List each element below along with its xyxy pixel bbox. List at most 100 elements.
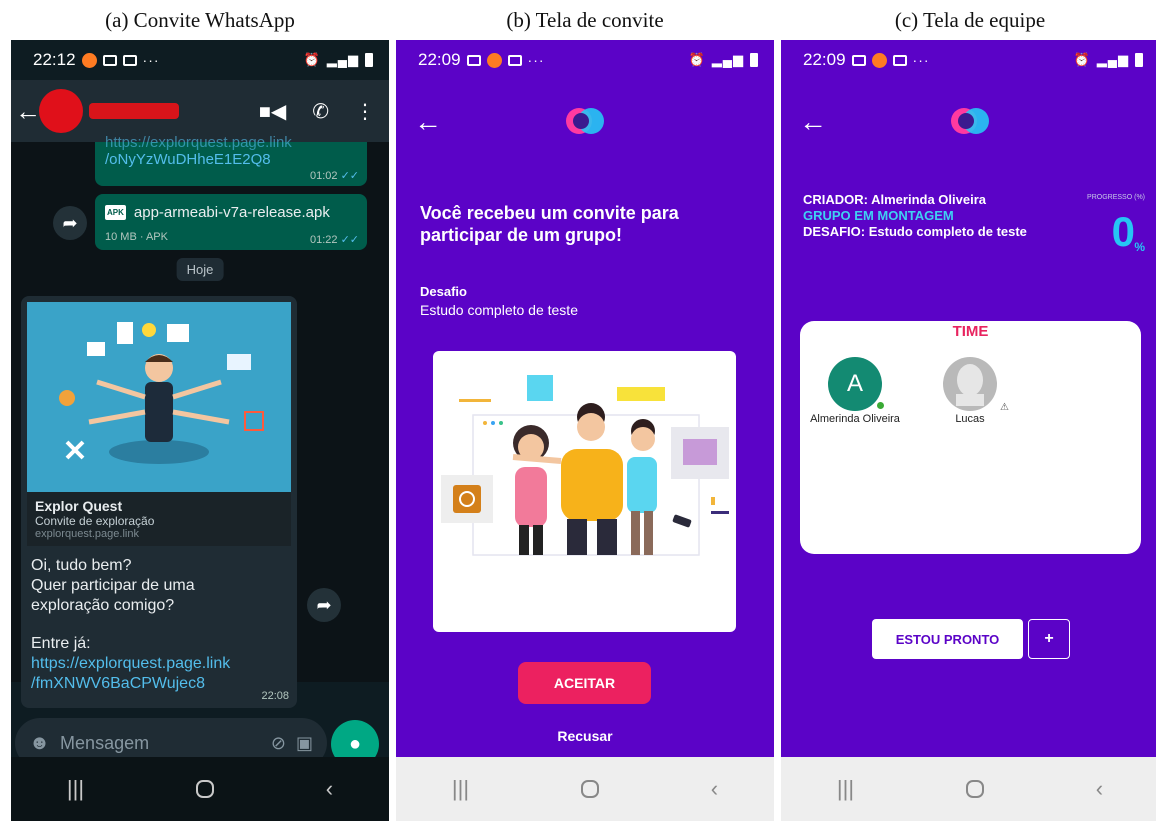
group-info: CRIADOR: Almerinda Oliveira GRUPO EM MON… [803, 192, 1053, 240]
multitasking-illustration [27, 302, 291, 492]
camera-icon[interactable]: ▣ [296, 733, 313, 754]
alarm-icon: ⏰ [688, 52, 706, 67]
invite-title: Você recebeu um convite para participar … [420, 203, 679, 245]
screen-icon [102, 54, 117, 66]
more-notifications-icon: ··· [912, 52, 930, 68]
system-nav-bar: ||| ‹ [781, 757, 1156, 821]
ready-check-icon [875, 400, 886, 411]
recent-apps-icon[interactable]: ||| [452, 776, 469, 802]
read-ticks-icon: ✓✓ [340, 170, 359, 182]
screen-icon [507, 54, 522, 66]
group-status: GRUPO EM MONTAGEM [803, 208, 954, 223]
battery-icon [365, 53, 373, 67]
message-line: Oi, tudo bem? [31, 557, 132, 574]
status-bar: 22:09 ··· ⏰ ▂▄▆ [396, 40, 774, 80]
invite-message-bubble[interactable]: Explor Quest Convite de exploração explo… [21, 296, 297, 708]
file-time: 01:22 [309, 234, 338, 246]
team-member[interactable]: A Almerinda Oliveira [805, 357, 905, 425]
battery-icon [1135, 53, 1143, 67]
file-name[interactable]: app-armeabi-v7a-release.apk [134, 204, 330, 221]
forward-icon[interactable]: ➦ [307, 588, 341, 622]
team-title: TIME [952, 323, 989, 340]
team-phone: 22:09 ··· ⏰ ▂▄▆ ← CRIADOR: Almerinda Oli… [781, 40, 1156, 821]
team-card: TIME A Almerinda Oliveira ⚠ Lucas [800, 321, 1141, 554]
progress-label: PROGRESSO (%) [1087, 194, 1145, 201]
more-menu-icon[interactable]: ⋮ [355, 99, 375, 124]
avatar[interactable]: A [828, 357, 886, 411]
emoji-icon[interactable]: ☻ [29, 732, 50, 755]
warning-icon: ⚠ [1000, 402, 1009, 413]
status-time: 22:09 [418, 50, 461, 69]
alarm-icon: ⏰ [303, 52, 321, 67]
recent-apps-icon[interactable]: ||| [67, 776, 84, 802]
link-tail[interactable]: /oNyYzWuDHheE1E2Q8 [105, 151, 357, 168]
caption-whatsapp: (a) Convite WhatsApp [105, 8, 295, 32]
back-arrow-icon[interactable]: ← [799, 106, 827, 138]
file-message-bubble[interactable]: APK app-armeabi-v7a-release.apk 10 MB · … [95, 194, 367, 250]
forward-icon[interactable]: ➦ [53, 206, 87, 240]
link-preview-image[interactable] [27, 302, 291, 492]
invite-link-line[interactable]: https://explorquest.page.link [31, 654, 287, 674]
more-notifications-icon: ··· [527, 52, 545, 68]
back-arrow-icon[interactable]: ← [15, 96, 41, 127]
home-icon[interactable] [965, 780, 984, 798]
contact-avatar[interactable] [39, 89, 83, 133]
status-bar: 22:12 ··· ⏰ ▂▄▆ [11, 40, 389, 80]
notification-icon [81, 52, 97, 68]
caption-invite: (b) Tela de convite [506, 8, 664, 32]
preview-domain: explorquest.page.link [35, 528, 139, 540]
avatar[interactable]: ⚠ [943, 357, 1009, 413]
date-separator: Hoje [176, 258, 224, 281]
signal-icon: ▂▄▆ [326, 52, 359, 67]
attach-icon[interactable]: ⊘ [271, 733, 286, 754]
enter-label: Entre já: [31, 635, 91, 652]
progress-unit: % [1134, 240, 1145, 254]
recent-apps-icon[interactable]: ||| [837, 776, 854, 802]
app-logo [949, 104, 991, 138]
link-message-bubble[interactable]: https://explorquest.page.link /oNyYzWuDH… [95, 134, 367, 186]
member-name: Lucas [955, 413, 985, 425]
video-call-icon[interactable]: ■◀ [259, 99, 286, 124]
nav-back-icon[interactable]: ‹ [1096, 776, 1103, 802]
chat-area: https://explorquest.page.link /oNyYzWuDH… [11, 134, 389, 708]
link-preview-text[interactable]: Explor Quest Convite de exploração explo… [27, 492, 291, 546]
whatsapp-phone: 22:12 ··· ⏰ ▂▄▆ ← ■◀ ✆ ⋮ https://explorq… [11, 40, 389, 821]
nav-back-icon[interactable]: ‹ [326, 776, 333, 802]
home-icon[interactable] [195, 780, 214, 798]
contact-name-redacted[interactable] [89, 103, 179, 119]
message-line: exploração comigo? [31, 597, 175, 614]
screen-icon [892, 54, 907, 66]
avatar-initial: A [846, 370, 863, 397]
challenge-value: Estudo completo de teste [420, 302, 578, 318]
status-time: 22:09 [803, 50, 846, 69]
invite-link-line[interactable]: /fmXNWV6BaCPWujec8 [31, 674, 287, 694]
system-nav-bar: ||| ‹ [396, 757, 774, 821]
notification-icon [486, 52, 502, 68]
message-line: Quer participar de uma [31, 577, 195, 594]
preview-subtitle: Convite de exploração [35, 514, 155, 528]
phone-call-icon[interactable]: ✆ [312, 99, 329, 124]
ready-button[interactable]: ESTOU PRONTO [872, 619, 1023, 659]
nav-back-icon[interactable]: ‹ [711, 776, 718, 802]
preview-title: Explor Quest [35, 498, 123, 514]
message-placeholder[interactable]: Mensagem [60, 733, 149, 754]
caption-team: (c) Tela de equipe [894, 8, 1046, 32]
notification-icon [871, 52, 887, 68]
creator-text: CRIADOR: Almerinda Oliveira [803, 192, 987, 207]
invite-phone: 22:09 ··· ⏰ ▂▄▆ ← Você recebeu um convit… [396, 40, 774, 821]
gallery-icon [466, 54, 481, 66]
decline-button[interactable]: Recusar [396, 728, 774, 744]
status-bar: 22:09 ··· ⏰ ▂▄▆ [781, 40, 1156, 80]
gallery-icon [122, 54, 137, 66]
app-logo [564, 104, 606, 138]
back-arrow-icon[interactable]: ← [414, 106, 442, 138]
member-name: Almerinda Oliveira [810, 413, 900, 425]
link-time: 01:02 [309, 170, 338, 182]
home-icon[interactable] [580, 780, 599, 798]
more-notifications-icon: ··· [142, 52, 160, 68]
link-partial[interactable]: https://explorquest.page.link [105, 134, 357, 151]
accept-button[interactable]: ACEITAR [518, 662, 651, 704]
add-member-button[interactable]: + [1028, 619, 1070, 659]
team-member[interactable]: ⚠ Lucas [920, 357, 1020, 425]
read-ticks-icon: ✓✓ [340, 234, 359, 246]
